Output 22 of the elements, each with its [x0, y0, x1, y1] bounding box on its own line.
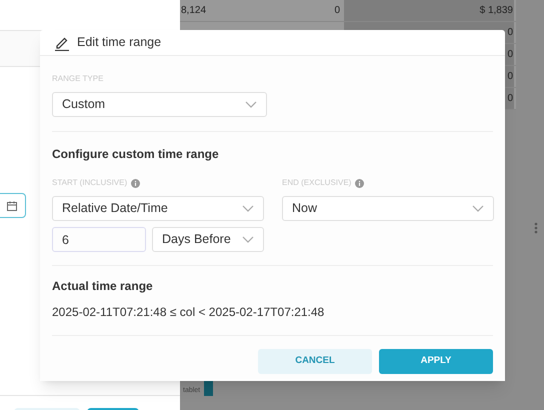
- chevron-icon: [472, 204, 484, 212]
- select-dropdown[interactable]: Relative Date/Time: [52, 196, 264, 221]
- table-cell-text: 0: [333, 4, 341, 18]
- section-title: Configure custom time range: [52, 146, 220, 163]
- chevron-icon: [242, 204, 254, 212]
- time-range-text: 2025-02-11T07:21:48 ≤ col < 2025-02-17T07:21:48: [52, 304, 326, 321]
- popover-title: Edit time range: [77, 34, 162, 52]
- section-title: Actual time range: [52, 278, 154, 295]
- more-icon[interactable]: [534, 222, 538, 234]
- amount-field[interactable]: 6: [52, 227, 146, 252]
- chevron-icon: [245, 100, 257, 108]
- info-icon: [355, 178, 364, 188]
- chevron-icon: [242, 236, 254, 244]
- select-dropdown[interactable]: Now: [282, 196, 494, 221]
- table-cell-text: 8,124: [180, 4, 208, 18]
- select-dropdown[interactable]: Custom: [52, 92, 267, 117]
- info-icon: [131, 178, 140, 188]
- select-dropdown[interactable]: Days Before: [152, 227, 264, 252]
- table-cell: $ 1,839: [344, 0, 514, 21]
- calendar-icon: [7, 200, 17, 210]
- chart-bar: [204, 380, 214, 396]
- calendar-button[interactable]: [0, 193, 26, 218]
